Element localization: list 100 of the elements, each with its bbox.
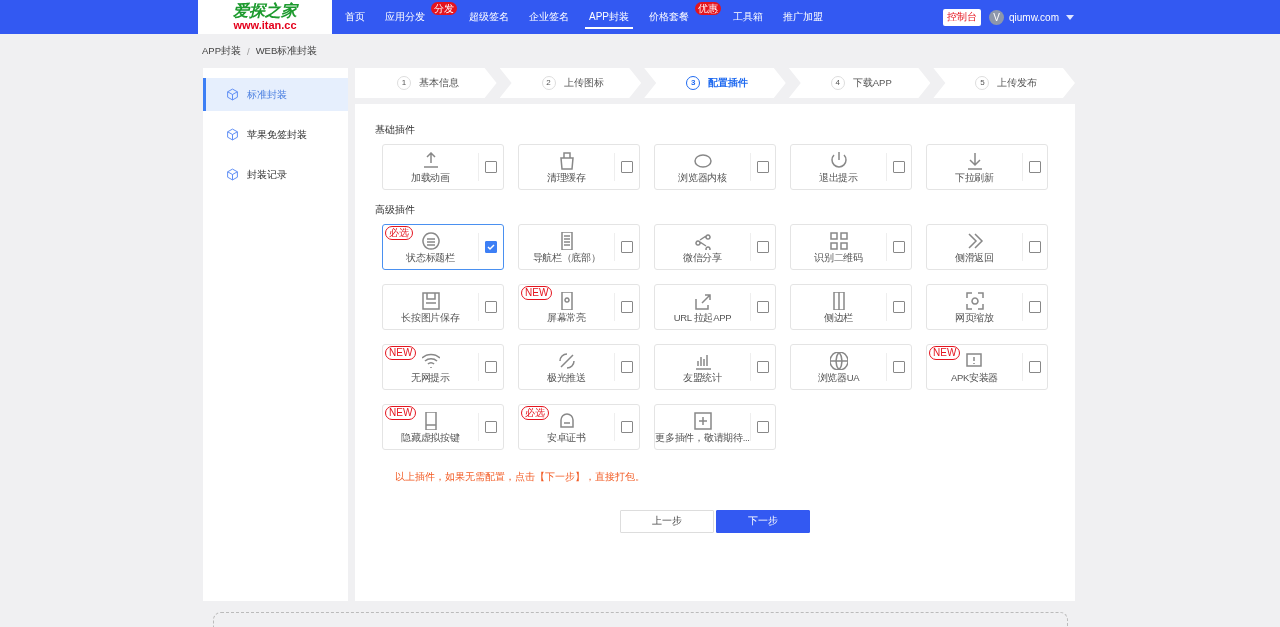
plugin-label: 友盟统计 — [683, 372, 722, 385]
console-button[interactable]: 控制台 — [943, 8, 981, 26]
plugin-label: 屏幕常亮 — [547, 312, 586, 325]
step-label: 配置插件 — [708, 76, 749, 90]
sidebar-item[interactable]: 标准封装 — [203, 78, 348, 111]
nav-link[interactable]: 工具箱 — [729, 0, 767, 29]
plugin-icon — [965, 152, 984, 170]
checkbox[interactable] — [485, 361, 497, 373]
plugin-card[interactable]: 极光推送 — [518, 344, 640, 390]
step-tab[interactable]: 4 下载APP — [788, 68, 931, 98]
checkbox[interactable] — [621, 301, 633, 313]
plugin-icon — [829, 232, 848, 250]
plugin-card[interactable]: 必选 安卓证书 — [518, 404, 640, 450]
sidebar-item[interactable]: 封装记录 — [203, 158, 348, 191]
checkbox[interactable] — [621, 241, 633, 253]
plugin-card[interactable]: NEW 无网提示 — [382, 344, 504, 390]
section-title: 高级插件 — [375, 204, 416, 217]
checkbox[interactable] — [893, 241, 905, 253]
plugin-card[interactable]: 必选 状态标题栏 — [382, 224, 504, 270]
checkbox[interactable] — [757, 161, 769, 173]
checkbox[interactable] — [757, 421, 769, 433]
nav-link[interactable]: 价格套餐 — [645, 0, 693, 29]
checkbox[interactable] — [893, 161, 905, 173]
checkbox[interactable] — [1029, 241, 1041, 253]
step-tab[interactable]: 1 基本信息 — [355, 68, 497, 98]
nav-link[interactable]: 推广加盟 — [779, 0, 827, 29]
plugin-icon — [693, 232, 712, 250]
checkbox[interactable] — [485, 161, 497, 173]
sidebar-item[interactable]: 苹果免签封装 — [203, 118, 348, 151]
plugin-card[interactable]: 浏览器UA — [790, 344, 912, 390]
plugin-label: 清理缓存 — [547, 172, 586, 185]
site-logo[interactable]: 爱探之家 www.itan.cc — [198, 0, 332, 34]
step-label: 下载APP — [852, 76, 892, 90]
nav-link[interactable]: 超级签名 — [465, 0, 513, 29]
plugin-card[interactable]: 微信分享 — [654, 224, 776, 270]
checkbox[interactable] — [893, 361, 905, 373]
plugin-icon — [965, 232, 984, 250]
plugin-card[interactable]: 清理缓存 — [518, 144, 640, 190]
plugin-label: 隐藏虚拟按键 — [401, 432, 460, 445]
checkbox[interactable] — [621, 161, 633, 173]
checkbox[interactable] — [1029, 301, 1041, 313]
plugin-card[interactable]: 下拉刷新 — [926, 144, 1048, 190]
plugin-card[interactable]: 浏览器内核 — [654, 144, 776, 190]
plugin-card[interactable]: 退出提示 — [790, 144, 912, 190]
plugin-card[interactable]: 更多插件，敬请期待... — [654, 404, 776, 450]
nav-link[interactable]: 应用分发 — [381, 0, 429, 29]
plugin-icon — [693, 352, 712, 370]
plugin-icon — [965, 292, 984, 310]
nav-link[interactable]: 首页 — [341, 0, 369, 29]
cube-icon — [226, 168, 239, 181]
avatar: V — [989, 9, 1004, 25]
plugin-card[interactable]: 友盟统计 — [654, 344, 776, 390]
sidebar-label: 苹果免签封装 — [247, 127, 307, 142]
plugin-card[interactable]: 网页缩放 — [926, 284, 1048, 330]
plugin-label: 退出提示 — [819, 172, 858, 185]
checkbox[interactable] — [1029, 161, 1041, 173]
plugin-label: 浏览器UA — [817, 372, 860, 385]
caret-icon[interactable] — [1066, 14, 1074, 20]
checkbox[interactable] — [1029, 361, 1041, 373]
step-tab[interactable]: 5 上传发布 — [933, 68, 1075, 98]
checkbox[interactable] — [757, 241, 769, 253]
plugin-icon — [557, 152, 576, 170]
checkbox[interactable] — [621, 421, 633, 433]
plugin-card[interactable]: 导航栏（底部） — [518, 224, 640, 270]
plugin-label: APK安装器 — [950, 372, 999, 385]
nav-link[interactable]: APP封装 — [585, 0, 633, 29]
checkbox[interactable] — [893, 301, 905, 313]
plugin-card[interactable]: NEW 隐藏虚拟按键 — [382, 404, 504, 450]
plugin-card[interactable]: 加载动画 — [382, 144, 504, 190]
plugin-label: 导航栏（底部） — [532, 252, 601, 265]
prev-button[interactable]: 上一步 — [620, 510, 714, 533]
step-tab[interactable]: 2 上传图标 — [499, 68, 642, 98]
plugin-icon — [829, 152, 848, 170]
plugin-card[interactable]: 长按图片保存 — [382, 284, 504, 330]
checkbox[interactable] — [485, 241, 497, 253]
plugin-icon — [693, 412, 712, 430]
plugin-card[interactable]: 识别二维码 — [790, 224, 912, 270]
checkbox[interactable] — [757, 361, 769, 373]
nav-link[interactable]: 企业签名 — [525, 0, 573, 29]
plugin-card[interactable]: 侧边栏 — [790, 284, 912, 330]
next-button[interactable]: 下一步 — [716, 510, 810, 533]
plugin-label: 侧边栏 — [823, 312, 854, 325]
checkbox[interactable] — [621, 361, 633, 373]
user-name[interactable]: qiumw.com — [1009, 11, 1059, 23]
step-tab[interactable]: 3 配置插件 — [644, 68, 786, 98]
plugin-label: 无网提示 — [411, 372, 450, 385]
plugin-card[interactable]: NEW APK安装器 — [926, 344, 1048, 390]
plugin-card[interactable]: 侧滑返回 — [926, 224, 1048, 270]
step-label: 基本信息 — [419, 76, 459, 90]
plugin-label: 下拉刷新 — [955, 172, 994, 185]
breadcrumb-item[interactable]: APP封装 — [202, 44, 241, 58]
plugin-label: 识别二维码 — [814, 252, 863, 265]
plugin-card[interactable]: URL 拉起APP — [654, 284, 776, 330]
checkbox[interactable] — [757, 301, 769, 313]
checkbox[interactable] — [485, 421, 497, 433]
sidebar-label: 封装记录 — [247, 167, 287, 182]
checkbox[interactable] — [485, 301, 497, 313]
plugin-card[interactable]: NEW 屏幕常亮 — [518, 284, 640, 330]
sidebar-label: 标准封装 — [247, 87, 287, 102]
plugin-label: URL 拉起APP — [673, 312, 732, 325]
